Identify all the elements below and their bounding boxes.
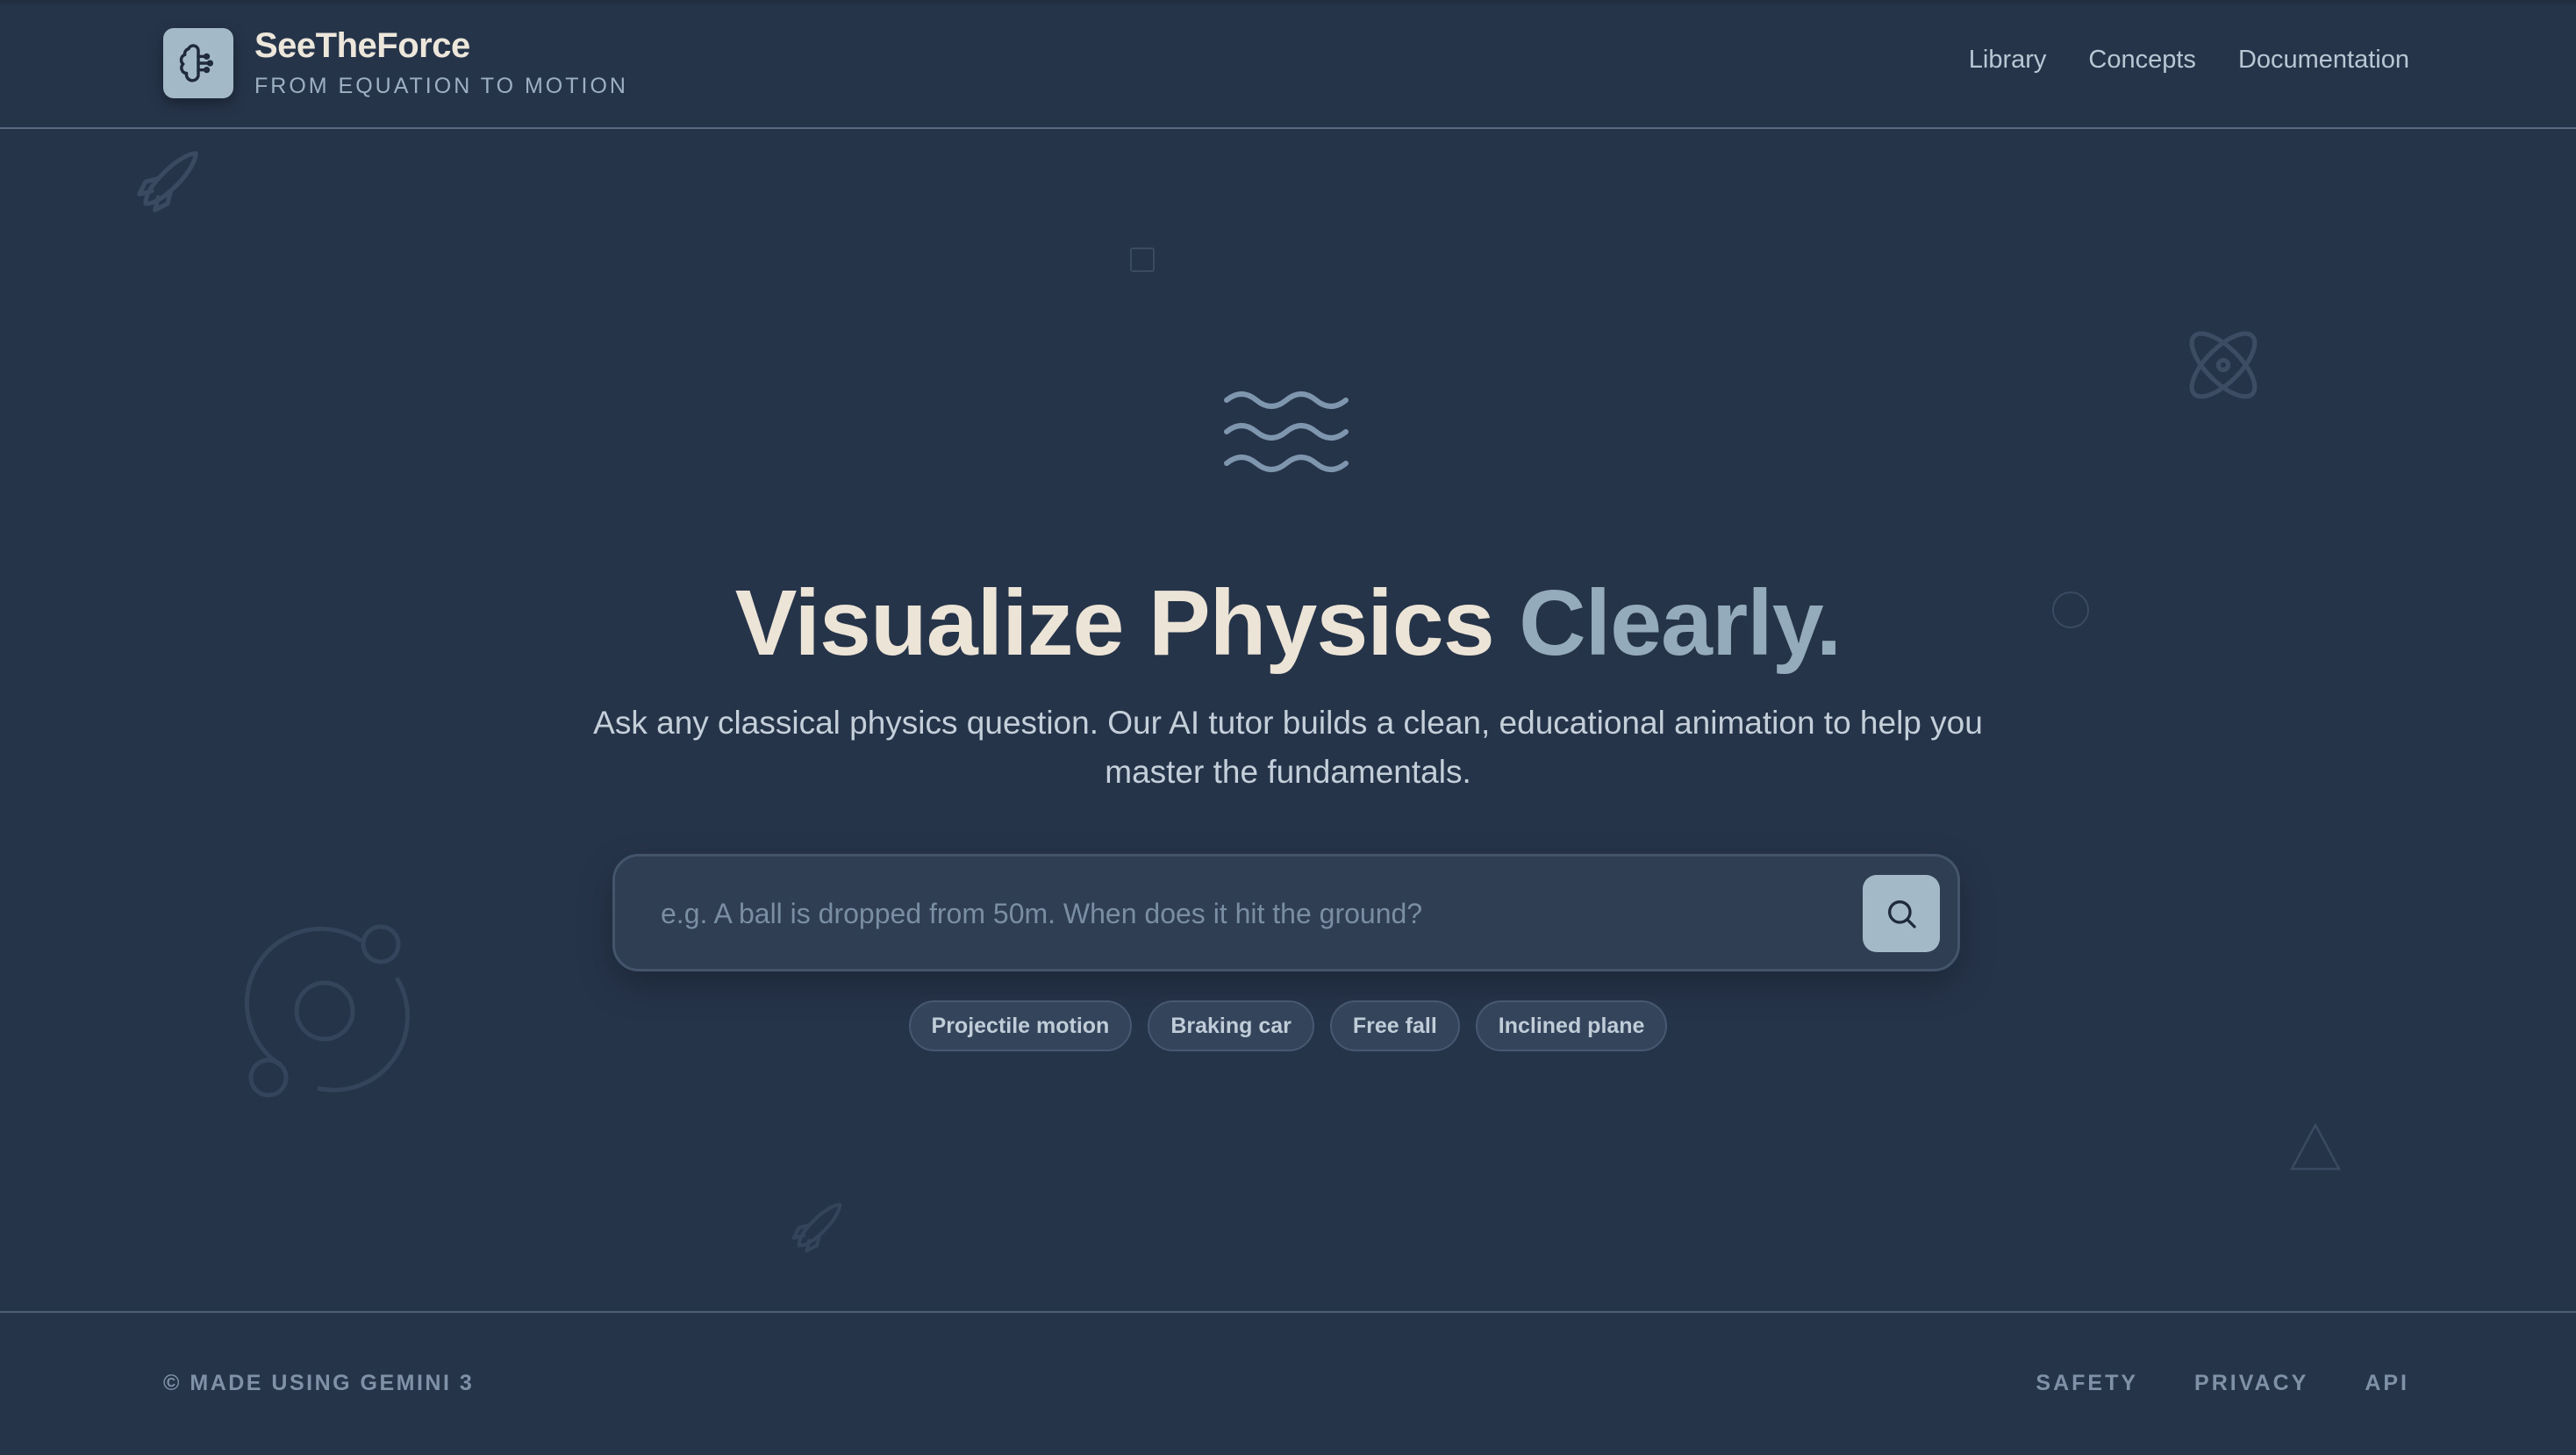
hero-title-main: Visualize Physics <box>734 571 1520 675</box>
rocket-icon <box>137 151 198 212</box>
main-nav: Library Concepts Documentation <box>1969 46 2409 75</box>
search-button[interactable] <box>1863 875 1940 952</box>
search-bar <box>612 854 1960 971</box>
chip-free-fall[interactable]: Free fall <box>1329 1000 1460 1051</box>
suggestion-chips: Projectile motion Braking car Free fall … <box>0 1000 2576 1051</box>
footer-link-safety[interactable]: SAFETY <box>2036 1371 2138 1396</box>
rocket-icon <box>791 1202 842 1253</box>
footer-link-privacy[interactable]: PRIVACY <box>2194 1371 2308 1396</box>
chip-inclined-plane[interactable]: Inclined plane <box>1475 1000 1668 1051</box>
hero-title: Visualize Physics Clearly. <box>0 570 2576 677</box>
chip-projectile-motion[interactable]: Projectile motion <box>908 1000 1133 1051</box>
waves-icon <box>1224 391 1349 472</box>
brand-logo[interactable] <box>163 28 233 98</box>
nav-documentation[interactable]: Documentation <box>2238 46 2409 75</box>
nav-library[interactable]: Library <box>1969 46 2047 75</box>
footer: © MADE USING GEMINI 3 SAFETY PRIVACY API <box>0 1311 2576 1455</box>
brand-tagline: FROM EQUATION TO MOTION <box>254 74 628 98</box>
atom-icon <box>2189 331 2258 399</box>
footer-copyright: © MADE USING GEMINI 3 <box>163 1371 475 1395</box>
nav-concepts[interactable]: Concepts <box>2088 46 2196 75</box>
square-shape <box>1130 247 1155 272</box>
brain-icon <box>179 44 214 82</box>
hero-title-accent: Clearly. <box>1519 571 1842 675</box>
hero-subtitle: Ask any classical physics question. Our … <box>593 705 1983 790</box>
search-input[interactable] <box>659 857 1821 971</box>
triangle-shape <box>2289 1122 2342 1171</box>
top-header: SeeTheForce FROM EQUATION TO MOTION Libr… <box>0 0 2576 129</box>
chip-braking-car[interactable]: Braking car <box>1148 1000 1314 1051</box>
brand-name[interactable]: SeeTheForce <box>254 26 470 66</box>
footer-link-api[interactable]: API <box>2365 1371 2409 1396</box>
search-icon <box>1888 900 1916 928</box>
footer-links: SAFETY PRIVACY API <box>2036 1371 2409 1396</box>
